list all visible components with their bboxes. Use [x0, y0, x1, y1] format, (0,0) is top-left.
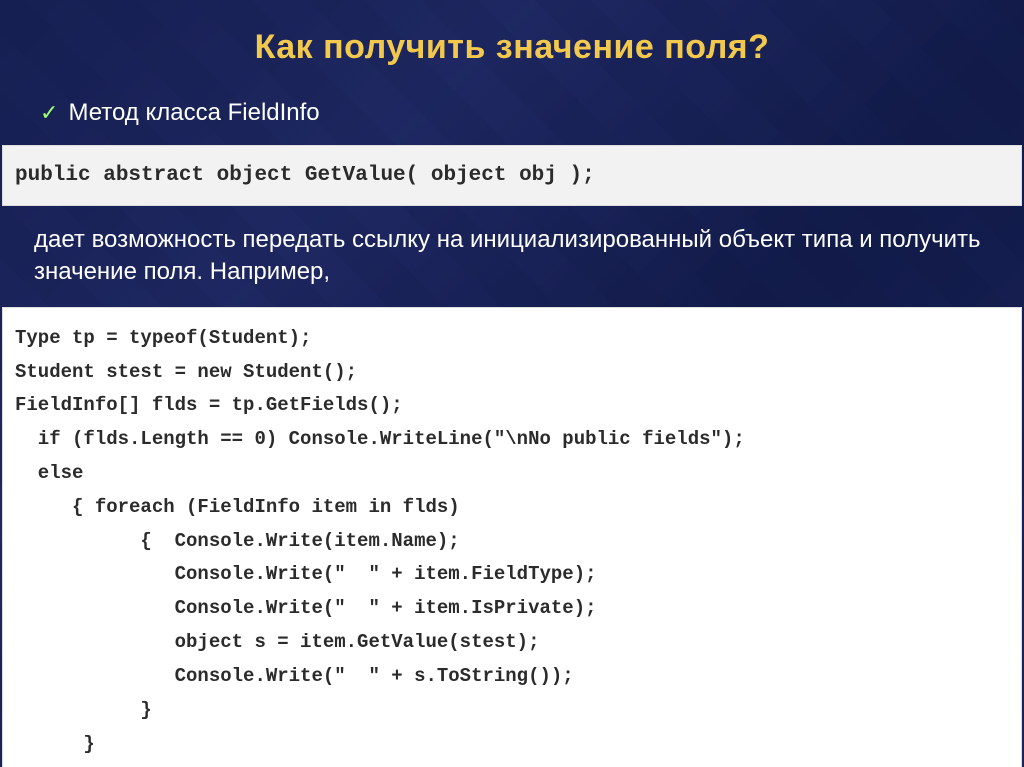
slide-title: Как получить значение поля?	[0, 0, 1024, 99]
description-text: дает возможность передать ссылку на иниц…	[0, 224, 1024, 307]
bullet-text: Метод класса FieldInfo	[68, 99, 319, 127]
bullet-row: ✓ Метод класса FieldInfo	[0, 99, 1024, 127]
slide: Как получить значение поля? ✓ Метод клас…	[0, 0, 1024, 767]
method-signature-code: public abstract object GetValue( object …	[2, 145, 1022, 206]
example-code-block: Type tp = typeof(Student); Student stest…	[2, 307, 1022, 767]
check-icon: ✓	[40, 102, 58, 124]
